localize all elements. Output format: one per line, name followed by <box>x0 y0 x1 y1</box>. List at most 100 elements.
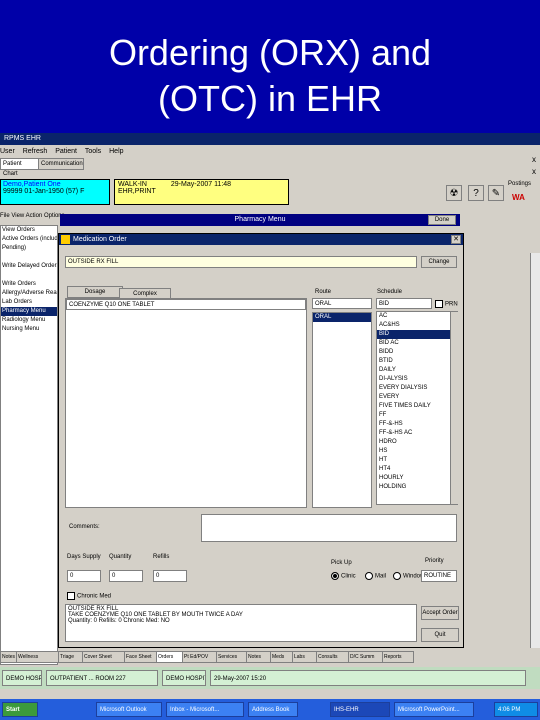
priority-select[interactable]: ROUTINE <box>421 570 457 582</box>
btab-wellness[interactable]: Wellness <box>16 651 60 663</box>
left-item-lab-orders[interactable]: Lab Orders <box>1 298 57 307</box>
dialog-close-button[interactable]: ✕ <box>451 235 461 244</box>
wa-label[interactable]: WA <box>512 193 525 202</box>
schedule-option[interactable]: DAILY <box>377 366 457 375</box>
schedule-field[interactable]: BID <box>376 298 432 309</box>
help-icon[interactable]: ? <box>468 185 484 201</box>
left-item-delayed-orders[interactable]: Write Delayed Orders <box>1 262 57 271</box>
prn-check-box[interactable] <box>435 300 443 308</box>
taskbar-ihs-ehr[interactable]: IHS-EHR <box>330 702 390 717</box>
schedule-option[interactable]: HT <box>377 456 457 465</box>
quantity-input[interactable]: 0 <box>109 570 143 582</box>
pickup-radio-window[interactable]: Window <box>393 572 424 580</box>
route-field[interactable]: ORAL <box>312 298 372 309</box>
left-menu-action[interactable]: Action <box>26 213 43 219</box>
menu-tools[interactable]: Tools <box>85 148 101 155</box>
taskbar-address-book[interactable]: Address Book <box>248 702 298 717</box>
comments-textarea[interactable] <box>201 514 457 542</box>
menu-help[interactable]: Help <box>109 148 123 155</box>
change-button[interactable]: Change <box>421 256 457 268</box>
menu-user[interactable]: User <box>0 148 15 155</box>
schedule-option[interactable]: HOLDING <box>377 483 457 492</box>
radio-mail[interactable] <box>365 572 373 580</box>
left-menu-view[interactable]: View <box>11 213 24 219</box>
schedule-scrollbar[interactable] <box>450 312 458 504</box>
schedule-option[interactable]: FIVE TIMES DAILY <box>377 402 457 411</box>
left-item-radiology-menu[interactable]: Radiology Menu <box>1 316 57 325</box>
schedule-option[interactable]: AC&HS <box>377 321 457 330</box>
left-item-active-orders[interactable]: Active Orders (includes <box>1 235 57 244</box>
chronic-med-checkbox[interactable]: Chronic Med <box>67 592 111 600</box>
tab-communication[interactable]: Communication <box>38 158 84 170</box>
schedule-option[interactable]: EVERY <box>377 393 457 402</box>
btab-reports[interactable]: Reports <box>382 651 414 663</box>
schedule-option[interactable]: FF-&-HS <box>377 420 457 429</box>
close-mark-2[interactable]: x <box>532 167 536 176</box>
quit-button[interactable]: Quit <box>421 628 459 642</box>
btab-cover-sheet[interactable]: Cover Sheet <box>82 651 126 663</box>
taskbar-outlook[interactable]: Microsoft Outlook <box>96 702 162 717</box>
left-item-view-orders[interactable]: View Orders <box>1 226 57 235</box>
btab-orders[interactable]: Orders <box>156 651 184 663</box>
btab-dc-summ[interactable]: D/C Summ <box>348 651 384 663</box>
accept-order-button[interactable]: Accept Order <box>421 606 459 620</box>
schedule-option[interactable]: HOURLY <box>377 474 457 483</box>
btab-pt-ed-pov[interactable]: Pt Ed/POV <box>182 651 218 663</box>
btab-labs[interactable]: Labs <box>292 651 318 663</box>
ehr-screenshot: RPMS EHR User Refresh Patient Tools Help… <box>0 133 540 720</box>
schedule-option[interactable]: BID AC <box>377 339 457 348</box>
order-text-field[interactable]: OUTSIDE RX FILL <box>65 256 417 268</box>
pickup-radio-mail[interactable]: Mail <box>365 572 386 580</box>
radio-clinic[interactable] <box>331 572 339 580</box>
taskbar-inbox[interactable]: Inbox - Microsoft... <box>166 702 244 717</box>
schedule-list[interactable]: AC AC&HS BID BID AC BIDD BTID DAILY DI-A… <box>376 311 458 505</box>
btab-services[interactable]: Services <box>216 651 248 663</box>
pickup-radio-clinic[interactable]: Clinic <box>331 572 356 580</box>
clipboard-icon[interactable]: ✎ <box>488 185 504 201</box>
btab-consults[interactable]: Consults <box>316 651 350 663</box>
schedule-option[interactable]: BTID <box>377 357 457 366</box>
btab-face-sheet[interactable]: Face Sheet <box>124 651 158 663</box>
done-button[interactable]: Done <box>428 215 456 225</box>
left-item-allergy[interactable]: Allergy/Adverse React <box>1 289 57 298</box>
notification-icon[interactable]: ☢ <box>446 185 462 201</box>
schedule-option[interactable]: HT4 <box>377 465 457 474</box>
schedule-option-selected[interactable]: BID <box>377 330 457 339</box>
route-list[interactable]: ORAL <box>312 312 372 508</box>
schedule-option[interactable]: FF <box>377 411 457 420</box>
route-option[interactable]: ORAL <box>313 313 371 322</box>
tab-patient-chart[interactable]: Patient Chart <box>0 158 40 177</box>
radio-window[interactable] <box>393 572 401 580</box>
schedule-option[interactable]: EVERY DIALYSIS <box>377 384 457 393</box>
tab-dosage[interactable]: Dosage <box>67 286 123 298</box>
postings-label[interactable]: Postings <box>508 181 531 187</box>
btab-meds[interactable]: Meds <box>270 651 294 663</box>
btab-triage[interactable]: Triage <box>58 651 84 663</box>
patient-box[interactable]: Demo,Patient One 99999 01-Jan-1950 (57) … <box>0 179 110 205</box>
btab-notes-2[interactable]: Notes <box>246 651 272 663</box>
schedule-option[interactable]: AC <box>377 312 457 321</box>
schedule-option[interactable]: DI-ALYSIS <box>377 375 457 384</box>
visit-box[interactable]: WALK-IN 29-May-2007 11:48 EHR,PRINT <box>114 179 289 205</box>
taskbar-powerpoint[interactable]: Microsoft PowerPoint... <box>394 702 474 717</box>
menu-patient[interactable]: Patient <box>55 148 77 155</box>
left-item-write-orders[interactable]: Write Orders <box>1 280 57 289</box>
left-item-nursing-menu[interactable]: Nursing Menu <box>1 325 57 334</box>
schedule-option[interactable]: FF-&-HS AC <box>377 429 457 438</box>
main-vertical-scrollbar[interactable] <box>530 253 540 648</box>
schedule-option[interactable]: HS <box>377 447 457 456</box>
schedule-option[interactable]: BIDD <box>377 348 457 357</box>
chronic-check-box[interactable] <box>67 592 75 600</box>
prn-checkbox[interactable]: PRN <box>435 300 458 308</box>
refills-input[interactable]: 0 <box>153 570 187 582</box>
schedule-option[interactable]: HDRO <box>377 438 457 447</box>
days-supply-input[interactable]: 0 <box>67 570 101 582</box>
dosage-list[interactable]: COENZYME Q10 ONE TABLET <box>65 298 307 508</box>
dosage-field[interactable]: COENZYME Q10 ONE TABLET <box>66 299 306 310</box>
left-menu-file[interactable]: File <box>0 213 10 219</box>
menu-refresh[interactable]: Refresh <box>23 148 48 155</box>
start-button[interactable]: Start <box>2 702 38 717</box>
close-mark-1[interactable]: x <box>532 155 536 164</box>
left-item-pharmacy-menu[interactable]: Pharmacy Menu <box>1 307 57 316</box>
left-item-pending[interactable]: Pending) <box>1 244 57 253</box>
